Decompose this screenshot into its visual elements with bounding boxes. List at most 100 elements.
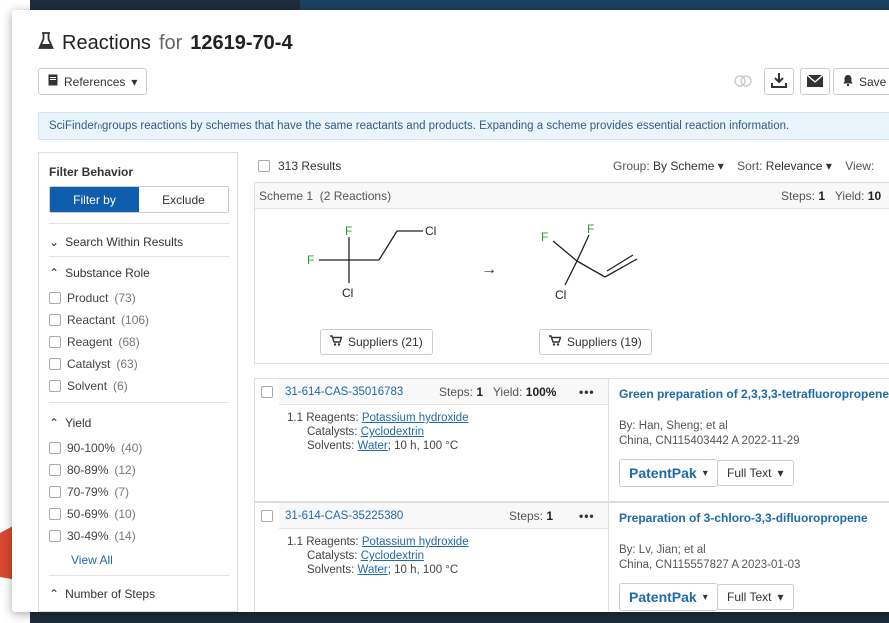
- filter-option-catalyst[interactable]: Catalyst (63): [49, 357, 138, 371]
- reaction-id-link[interactable]: 31-614-CAS-35016783: [285, 386, 403, 398]
- steps-value: 1: [546, 508, 554, 523]
- reference-authors: By: Lv, Jian; et al: [619, 544, 706, 556]
- filter-option-solvent[interactable]: Solvent (6): [49, 379, 128, 393]
- checkbox[interactable]: [49, 486, 61, 498]
- reaction-checkbox[interactable]: [261, 510, 273, 522]
- sort-dropdown[interactable]: Relevance ▾: [766, 159, 832, 173]
- atom-fluorine: F: [345, 224, 352, 238]
- checkbox[interactable]: [49, 508, 61, 520]
- reaction-conditions: 1.1 Reagents: Potassium hydroxide Cataly…: [279, 405, 608, 459]
- reactant-suppliers-button[interactable]: Suppliers (21): [320, 329, 433, 355]
- view-label[interactable]: View:: [845, 159, 874, 173]
- reaction-stats: Steps: 1: [509, 509, 553, 523]
- number-of-steps-label: Number of Steps: [65, 587, 156, 601]
- info-text: groups reactions by schemes that have th…: [102, 120, 790, 132]
- checkbox[interactable]: [49, 358, 61, 370]
- filter-by-button[interactable]: Filter by: [50, 187, 139, 212]
- patentpak-label: PatentPak: [629, 465, 697, 481]
- reactant-structure[interactable]: F F Cl Cl: [295, 221, 445, 311]
- scheme-header[interactable]: Scheme 1 (2 Reactions) Steps: 1 Yield: 1…: [255, 183, 889, 209]
- more-options-icon[interactable]: •••: [579, 509, 595, 523]
- filter-option-yield-70[interactable]: 70-79% (7): [49, 485, 129, 499]
- steps-label: Steps:: [509, 508, 544, 523]
- filter-option-yield-80[interactable]: 80-89% (12): [49, 463, 136, 477]
- reagent-link[interactable]: Potassium hydroxide: [362, 536, 469, 548]
- download-icon: [771, 72, 787, 91]
- reaction-card: 31-614-CAS-35225380 Steps: 1 ••• 1.1 Rea…: [254, 502, 889, 612]
- reference-title-link[interactable]: Green preparation of 2,3,3,3-tetrafluoro…: [619, 387, 889, 401]
- compare-button[interactable]: [728, 68, 758, 95]
- number-of-steps-toggle[interactable]: ⌃ Number of Steps: [49, 587, 155, 601]
- filter-option-yield-90[interactable]: 90-100% (40): [49, 441, 142, 455]
- title-cas-number: 12619-70-4: [190, 31, 293, 54]
- solvents-label: Solvents:: [307, 440, 355, 452]
- references-button[interactable]: References ▾: [38, 68, 148, 95]
- atom-chlorine: Cl: [425, 224, 436, 238]
- steps-label: Steps:: [781, 188, 816, 203]
- reaction-id-link[interactable]: 31-614-CAS-35225380: [285, 510, 403, 522]
- catalyst-link[interactable]: Cyclodextrin: [361, 426, 424, 438]
- results-header: 313 Results Group: By Scheme ▾ Sort: Rel…: [258, 156, 889, 176]
- checkbox[interactable]: [49, 380, 61, 392]
- results-count: 313 Results: [278, 159, 342, 173]
- reaction-checkbox[interactable]: [261, 386, 273, 398]
- divider: [49, 256, 229, 257]
- caret-down-icon: ▾: [131, 74, 138, 89]
- yield-label: Yield:: [834, 188, 865, 203]
- search-within-toggle[interactable]: ⌄ Search Within Results: [49, 235, 183, 249]
- title-for: for: [158, 31, 183, 54]
- chevron-up-icon: ⌃: [49, 416, 60, 430]
- checkbox[interactable]: [49, 442, 61, 454]
- catalyst-link[interactable]: Cyclodextrin: [361, 550, 424, 562]
- filter-option-reactant[interactable]: Reactant (106): [49, 313, 149, 327]
- reference-citation: By: Han, Sheng; et al China, CN115403442…: [619, 419, 800, 449]
- option-label: Reagent: [67, 335, 113, 349]
- option-label: Solvent: [67, 379, 108, 393]
- link-rings-icon: [733, 74, 753, 90]
- caret-down-icon: ▾: [702, 591, 708, 603]
- reference-title-link[interactable]: Preparation of 3-chloro-3,3-difluoroprop…: [619, 511, 868, 525]
- filter-option-product[interactable]: Product (73): [49, 291, 136, 305]
- view-all-link[interactable]: View All: [71, 553, 113, 567]
- product-structure[interactable]: F F Cl: [533, 221, 653, 311]
- email-button[interactable]: [800, 68, 830, 95]
- checkbox[interactable]: [49, 336, 61, 348]
- reaction-reference: Preparation of 3-chloro-3,3-difluoroprop…: [619, 503, 889, 612]
- substance-role-toggle[interactable]: ⌃ Substance Role: [49, 266, 150, 280]
- filter-option-reagent[interactable]: Reagent (68): [49, 335, 140, 349]
- solvent-link[interactable]: Water: [358, 440, 388, 452]
- solvents-label: Solvents:: [307, 564, 355, 576]
- filter-option-yield-30[interactable]: 30-49% (14): [49, 529, 136, 543]
- substance-role-label: Substance Role: [65, 266, 150, 280]
- checkbox[interactable]: [49, 464, 61, 476]
- download-button[interactable]: [764, 68, 794, 95]
- checkbox[interactable]: [49, 314, 61, 326]
- save-button[interactable]: Save: [833, 68, 889, 95]
- caret-down-icon: ▾: [777, 466, 784, 480]
- patentpak-button[interactable]: PatentPak ▾: [619, 459, 718, 487]
- reference-source: China, CN115403442 A 2022-11-29: [619, 435, 800, 447]
- step-number: 1.1: [287, 536, 303, 548]
- scheme-reaction-count: (2 Reactions): [319, 188, 392, 203]
- full-text-button[interactable]: Full Text ▾: [717, 584, 794, 610]
- references-label: References: [64, 74, 126, 89]
- full-text-button[interactable]: Full Text ▾: [717, 460, 794, 486]
- group-dropdown[interactable]: By Scheme ▾: [653, 159, 724, 173]
- yield-toggle[interactable]: ⌃ Yield: [49, 416, 91, 430]
- solvent-link[interactable]: Water: [358, 564, 388, 576]
- exclude-button[interactable]: Exclude: [139, 187, 228, 212]
- product-suppliers-button[interactable]: Suppliers (19): [539, 329, 652, 355]
- select-all-checkbox[interactable]: [258, 160, 270, 172]
- scheme-title: Scheme 1: [259, 188, 314, 203]
- checkbox[interactable]: [49, 530, 61, 542]
- filter-option-yield-50[interactable]: 50-69% (10): [49, 507, 136, 521]
- filter-mode-toggle: Filter by Exclude: [49, 186, 229, 213]
- reference-authors: By: Han, Sheng; et al: [619, 420, 728, 432]
- reagent-link[interactable]: Potassium hydroxide: [362, 412, 469, 424]
- checkbox[interactable]: [49, 292, 61, 304]
- steps-value: 1: [818, 188, 826, 203]
- patentpak-button[interactable]: PatentPak ▾: [619, 583, 718, 611]
- option-count: (68): [118, 335, 140, 349]
- more-options-icon[interactable]: •••: [579, 385, 595, 399]
- reaction-header: 31-614-CAS-35016783 Steps: 1 Yield: 100%…: [279, 379, 608, 405]
